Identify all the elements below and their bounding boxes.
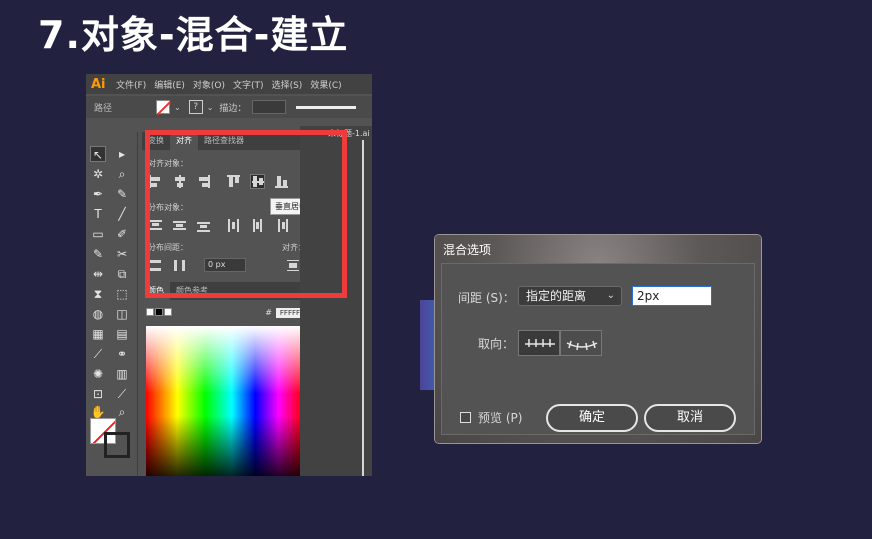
dialog-body: 间距 (S)： 指定的距离 ⌄ 2px 取向： 预览 (P) 确定 取消 bbox=[441, 263, 755, 435]
scale-tool-icon[interactable]: ⧉ bbox=[114, 266, 130, 282]
rectangle-tool-icon[interactable]: ▭ bbox=[90, 226, 106, 242]
orientation-label: 取向： bbox=[478, 337, 515, 351]
selection-type-label: 路径 bbox=[94, 103, 113, 114]
none-swatch[interactable] bbox=[146, 308, 154, 316]
stroke-label: 描边： bbox=[219, 103, 247, 114]
toolbox: ↖ ▸ ✲ ⌕ ✒ ✎ T ╱ ▭ ✐ ✎ ✂ ⇹ ⧉ ⧗ ⬚ ◍ ◫ ▦ ▤ … bbox=[86, 132, 138, 476]
shaper-tool-icon[interactable]: ✎ bbox=[90, 246, 106, 262]
align-to-page-button[interactable] bbox=[518, 330, 560, 356]
paintbrush-icon[interactable]: ✐ bbox=[114, 226, 130, 242]
menu-effect[interactable]: 效果(C) bbox=[310, 78, 341, 91]
direct-selection-tool-icon[interactable]: ▸ bbox=[114, 146, 130, 162]
graph-tool-icon[interactable]: ▥ bbox=[114, 366, 130, 382]
ok-button[interactable]: 确定 bbox=[546, 404, 638, 432]
preview-label: 预览 (P) bbox=[478, 411, 523, 425]
highlight-box bbox=[145, 130, 347, 298]
menu-type[interactable]: 文字(T) bbox=[233, 78, 264, 91]
menu-edit[interactable]: 编辑(E) bbox=[154, 78, 185, 91]
selection-tool-icon[interactable]: ↖ bbox=[90, 146, 106, 162]
spacing-select[interactable]: 指定的距离 ⌄ bbox=[518, 286, 622, 306]
symbol-sprayer-icon[interactable]: ✺ bbox=[90, 366, 106, 382]
zoom-tool-icon[interactable]: ⌕ bbox=[114, 404, 130, 420]
curvature-tool-icon[interactable]: ✎ bbox=[114, 186, 130, 202]
mesh-tool-icon[interactable]: ▦ bbox=[90, 326, 106, 342]
preview-checkbox[interactable] bbox=[460, 412, 471, 423]
canvas-edge bbox=[362, 140, 364, 476]
color-spectrum[interactable] bbox=[146, 326, 302, 476]
reflect-tool-icon[interactable]: ⇹ bbox=[90, 266, 106, 282]
align-to-path-button[interactable] bbox=[560, 330, 602, 356]
fill-none-swatch[interactable] bbox=[156, 100, 170, 114]
dialog-title: 混合选项 bbox=[443, 243, 492, 257]
control-bar: 路径 ⌄ ? ⌄ 描边： bbox=[86, 96, 372, 118]
stroke-profile-preview[interactable] bbox=[296, 105, 357, 109]
black-swatch[interactable] bbox=[155, 308, 163, 316]
artboard-tool-icon[interactable]: ⊡ bbox=[90, 386, 106, 402]
hex-hash-label: # bbox=[265, 308, 272, 317]
chevron-down-icon[interactable]: ⌄ bbox=[174, 103, 181, 112]
blend-options-dialog: 混合选项 间距 (S)： 指定的距离 ⌄ 2px 取向： 预览 (P) 确定 取… bbox=[435, 235, 761, 443]
slide-title: 7.对象-混合-建立 bbox=[38, 13, 349, 57]
shape-builder-icon[interactable]: ◍ bbox=[90, 306, 106, 322]
blend-tool-icon[interactable]: ⚭ bbox=[114, 346, 130, 362]
spacing-label: 间距 (S)： bbox=[458, 291, 515, 305]
white-swatch[interactable] bbox=[164, 308, 172, 316]
spacing-select-value: 指定的距离 bbox=[526, 289, 587, 303]
spacing-distance-input[interactable]: 2px bbox=[632, 286, 712, 306]
stroke-weight-input[interactable] bbox=[252, 100, 287, 114]
menu-bar: Ai 文件(F) 编辑(E) 对象(O) 文字(T) 选择(S) 效果(C) bbox=[86, 74, 372, 94]
menu-file[interactable]: 文件(F) bbox=[116, 78, 146, 91]
chevron-down-icon: ⌄ bbox=[606, 290, 615, 301]
perspective-grid-icon[interactable]: ◫ bbox=[114, 306, 130, 322]
magic-wand-icon[interactable]: ✲ bbox=[90, 166, 106, 182]
stroke-swatch[interactable] bbox=[104, 432, 130, 458]
free-transform-icon[interactable]: ⬚ bbox=[114, 286, 130, 302]
chevron-down-icon[interactable]: ⌄ bbox=[207, 103, 214, 112]
width-tool-icon[interactable]: ⧗ bbox=[90, 286, 106, 302]
menu-select[interactable]: 选择(S) bbox=[272, 78, 303, 91]
menu-object[interactable]: 对象(O) bbox=[193, 78, 225, 91]
slice-tool-icon[interactable]: ⟋ bbox=[114, 386, 130, 402]
ai-logo: Ai bbox=[91, 76, 106, 92]
question-icon[interactable]: ? bbox=[188, 100, 203, 114]
scissors-icon[interactable]: ✂ bbox=[114, 246, 130, 262]
eyedropper-icon[interactable]: ⟋ bbox=[90, 346, 106, 362]
align-to-page-icon bbox=[525, 339, 555, 347]
gradient-tool-icon[interactable]: ▤ bbox=[114, 326, 130, 342]
lasso-icon[interactable]: ⌕ bbox=[114, 166, 130, 182]
mini-swatches bbox=[146, 308, 172, 316]
align-to-path-icon bbox=[566, 340, 598, 351]
type-tool-icon[interactable]: T bbox=[90, 206, 106, 222]
cancel-button[interactable]: 取消 bbox=[644, 404, 736, 432]
pen-tool-icon[interactable]: ✒ bbox=[90, 186, 106, 202]
line-tool-icon[interactable]: ╱ bbox=[114, 206, 130, 222]
